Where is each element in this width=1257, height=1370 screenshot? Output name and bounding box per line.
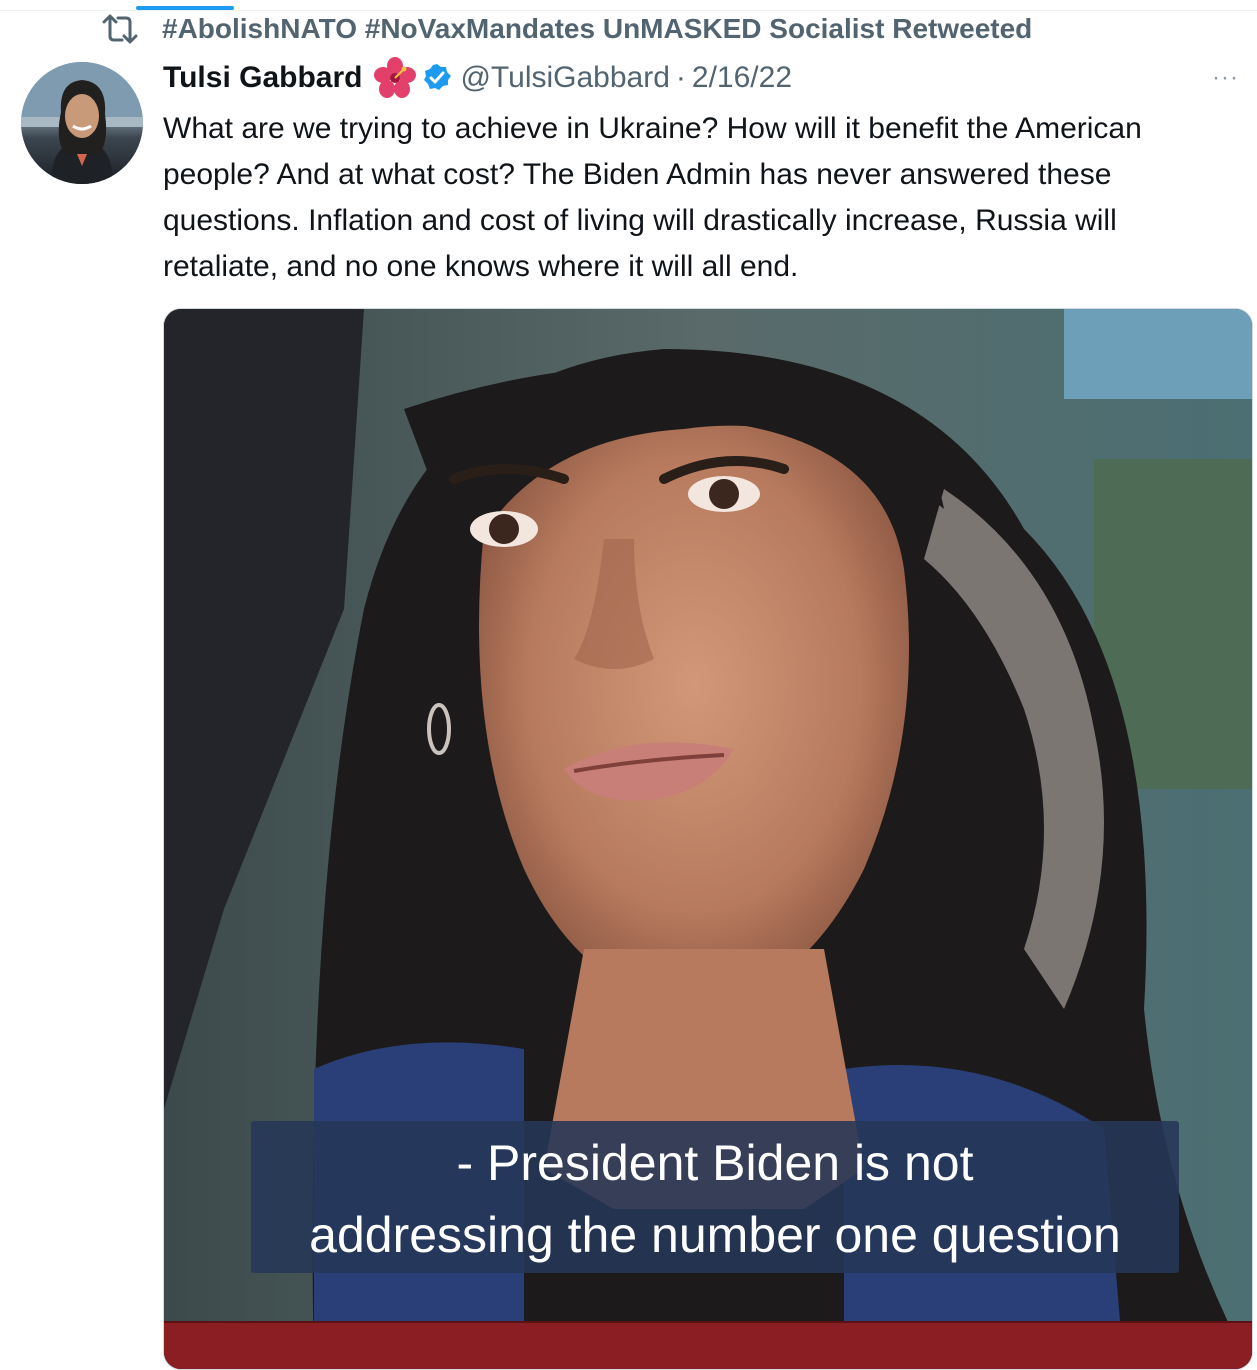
retweeted-by-text: #AbolishNATO #NoVaxMandates UnMASKED Soc… bbox=[162, 13, 1033, 44]
tweet-text: What are we trying to achieve in Ukraine… bbox=[163, 112, 1142, 283]
author-name[interactable]: Tulsi Gabbard bbox=[163, 61, 362, 95]
lower-third-bar bbox=[164, 1321, 1252, 1369]
video-caption: - President Biden is not addressing the … bbox=[251, 1121, 1179, 1273]
author-handle[interactable]: @TulsiGabbard bbox=[460, 61, 669, 95]
tweet-header: Tulsi Gabbard @TulsiGabbard · 2/16/22 bbox=[163, 56, 792, 100]
separator: · bbox=[675, 61, 686, 94]
more-options-button[interactable]: ··· bbox=[1212, 64, 1239, 92]
tweet-media[interactable]: - President Biden is not addressing the … bbox=[163, 308, 1253, 1370]
caption-line-2: addressing the number one question bbox=[309, 1207, 1121, 1263]
caption-line-1: - President Biden is not bbox=[456, 1135, 974, 1191]
verified-badge-icon bbox=[422, 63, 452, 93]
hibiscus-icon bbox=[374, 57, 417, 99]
avatar[interactable] bbox=[21, 62, 143, 184]
retweet-icon bbox=[100, 14, 140, 44]
tweet-date[interactable]: 2/16/22 bbox=[692, 61, 792, 95]
social-context[interactable]: #AbolishNATO #NoVaxMandates UnMASKED Soc… bbox=[100, 10, 1032, 48]
